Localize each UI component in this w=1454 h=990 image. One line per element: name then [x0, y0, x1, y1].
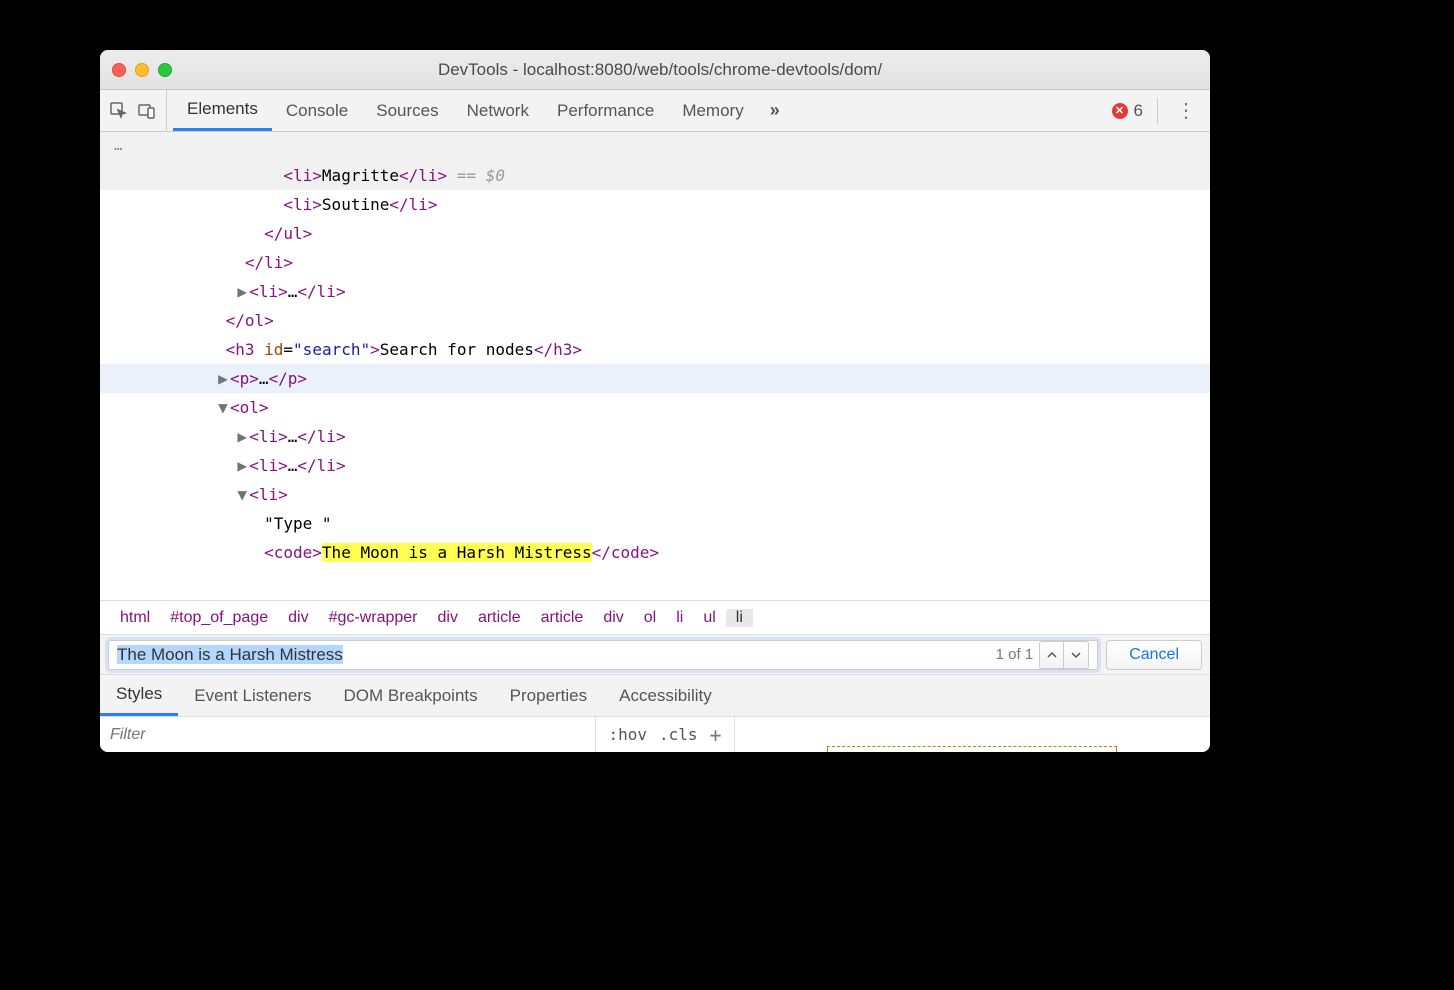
search-bar: The Moon is a Harsh Mistress 1 of 1 Canc… — [100, 634, 1210, 674]
tab-network[interactable]: Network — [453, 90, 543, 131]
hov-toggle[interactable]: :hov — [608, 725, 647, 744]
error-icon: ✕ — [1112, 103, 1128, 119]
subtab-event-listeners[interactable]: Event Listeners — [178, 675, 327, 716]
search-count: 1 of 1 — [990, 646, 1040, 663]
breadcrumb-item[interactable]: div — [593, 609, 633, 627]
subtab-styles[interactable]: Styles — [100, 675, 178, 716]
divider — [1157, 98, 1158, 124]
styles-tabs: StylesEvent ListenersDOM BreakpointsProp… — [100, 674, 1210, 716]
dom-row[interactable]: ▼<ol> — [100, 393, 1210, 422]
style-controls: :hov .cls + — [595, 717, 734, 752]
search-cancel-button[interactable]: Cancel — [1106, 640, 1202, 670]
subtab-properties[interactable]: Properties — [494, 675, 603, 716]
close-window-button[interactable] — [112, 63, 126, 77]
breadcrumb-item[interactable]: div — [278, 609, 318, 627]
dom-row[interactable]: ▼<li> — [100, 480, 1210, 509]
tab-elements[interactable]: Elements — [173, 90, 272, 131]
tab-console[interactable]: Console — [272, 90, 362, 131]
search-prev-button[interactable] — [1040, 642, 1064, 668]
dom-row[interactable]: <li>Magritte</li> == $0 — [100, 161, 1210, 190]
dom-row[interactable]: </ul> — [100, 219, 1210, 248]
add-rule-button[interactable]: + — [710, 723, 722, 747]
minimize-window-button[interactable] — [135, 63, 149, 77]
dom-row[interactable]: ▶<li>…</li> — [100, 451, 1210, 480]
breadcrumb-item[interactable]: article — [468, 609, 531, 627]
settings-menu-icon[interactable]: ⋮ — [1172, 98, 1200, 123]
toolbar-left — [100, 90, 167, 131]
window-controls — [112, 63, 172, 77]
box-model-preview — [735, 717, 1210, 752]
breadcrumb-item[interactable]: li — [666, 609, 693, 627]
titlebar: DevTools - localhost:8080/web/tools/chro… — [100, 50, 1210, 90]
main-tabs: ElementsConsoleSourcesNetworkPerformance… — [173, 90, 758, 131]
overflow-indicator[interactable]: … — [100, 132, 1210, 161]
dom-row[interactable]: ▶<li>…</li> — [100, 277, 1210, 306]
dom-row[interactable]: <code>The Moon is a Harsh Mistress</code… — [100, 538, 1210, 567]
dom-row[interactable]: <li>Soutine</li> — [100, 190, 1210, 219]
devtools-window: DevTools - localhost:8080/web/tools/chro… — [100, 50, 1210, 752]
dom-row[interactable]: ▶<li>…</li> — [100, 422, 1210, 451]
styles-toolbar: :hov .cls + — [100, 716, 1210, 752]
breadcrumb-item[interactable]: #gc-wrapper — [319, 609, 428, 627]
breadcrumb-item[interactable]: li — [726, 609, 753, 627]
breadcrumb-item[interactable]: ol — [634, 609, 666, 627]
tab-performance[interactable]: Performance — [543, 90, 668, 131]
search-query: The Moon is a Harsh Mistress — [117, 645, 990, 665]
breadcrumb-item[interactable]: #top_of_page — [160, 609, 278, 627]
search-nav-buttons — [1039, 641, 1089, 669]
dom-row[interactable]: ▶<p>…</p> — [100, 364, 1210, 393]
cls-toggle[interactable]: .cls — [659, 725, 698, 744]
inspect-element-icon[interactable] — [108, 100, 130, 122]
window-title: DevTools - localhost:8080/web/tools/chro… — [172, 60, 1198, 80]
dom-row[interactable]: </ol> — [100, 306, 1210, 335]
subtab-dom-breakpoints[interactable]: DOM Breakpoints — [327, 675, 493, 716]
zoom-window-button[interactable] — [158, 63, 172, 77]
dom-row[interactable]: "Type " — [100, 509, 1210, 538]
breadcrumb-item[interactable]: div — [428, 609, 468, 627]
search-input[interactable]: The Moon is a Harsh Mistress 1 of 1 — [108, 640, 1098, 670]
breadcrumb-item[interactable]: ul — [693, 609, 725, 627]
dom-row[interactable]: <h3 id="search">Search for nodes</h3> — [100, 335, 1210, 364]
more-tabs-button[interactable]: » — [758, 100, 792, 121]
search-next-button[interactable] — [1064, 642, 1088, 668]
breadcrumb-item[interactable]: article — [531, 609, 594, 627]
breadcrumb-item[interactable]: html — [110, 609, 160, 627]
margin-box-icon — [827, 746, 1117, 752]
error-count-value: 6 — [1134, 101, 1143, 121]
toolbar-right: ✕ 6 ⋮ — [1102, 98, 1210, 124]
tab-memory[interactable]: Memory — [668, 90, 757, 131]
tab-sources[interactable]: Sources — [362, 90, 452, 131]
dom-tree[interactable]: … <li>Magritte</li> == $0 <li>Soutine</l… — [100, 132, 1210, 600]
dom-row[interactable]: </li> — [100, 248, 1210, 277]
device-toggle-icon[interactable] — [136, 100, 158, 122]
error-count[interactable]: ✕ 6 — [1112, 101, 1143, 121]
subtab-accessibility[interactable]: Accessibility — [603, 675, 728, 716]
breadcrumb-bar: html#top_of_pagediv#gc-wrapperdivarticle… — [100, 600, 1210, 634]
styles-filter-input[interactable] — [100, 717, 595, 752]
main-toolbar: ElementsConsoleSourcesNetworkPerformance… — [100, 90, 1210, 132]
